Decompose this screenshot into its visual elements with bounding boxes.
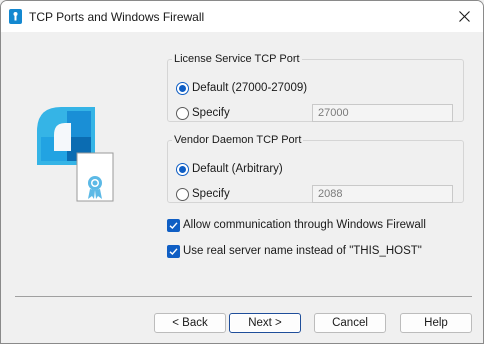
vendor-specify-option[interactable]: Specify [176,186,230,202]
real-name-checkbox[interactable] [167,244,180,258]
license-port-legend: License Service TCP Port [174,53,300,65]
license-port-group: License Service TCP Port Default (27000-… [167,53,464,122]
license-specify-label: Specify [192,107,230,119]
window-title: TCP Ports and Windows Firewall [29,10,205,24]
close-button[interactable] [447,1,483,32]
dialog-window: TCP Ports and Windows Firewall License S… [0,0,484,344]
license-port-input[interactable]: 27000 [312,104,453,122]
vendor-specify-label: Specify [192,188,230,200]
real-name-label: Use real server name instead of "THIS_HO… [183,245,422,257]
vendor-default-option[interactable]: Default (Arbitrary) [176,161,283,177]
vendor-port-legend: Vendor Daemon TCP Port [174,134,302,146]
checkmark-icon [169,221,178,229]
next-button[interactable]: Next > [229,313,301,333]
vendor-port-input[interactable]: 2088 [312,185,453,203]
license-default-option[interactable]: Default (27000-27009) [176,80,307,96]
license-certificate-icon [37,107,115,207]
checkmark-icon [169,247,178,255]
footer-divider [15,296,472,297]
app-icon [9,9,22,24]
real-name-option[interactable]: Use real server name instead of "THIS_HO… [167,243,422,259]
license-specify-radio[interactable] [176,106,189,120]
title-bar: TCP Ports and Windows Firewall [1,1,483,32]
license-default-radio[interactable] [176,81,189,95]
license-specify-option[interactable]: Specify [176,105,230,121]
firewall-label: Allow communication through Windows Fire… [183,219,426,231]
cancel-button[interactable]: Cancel [314,313,386,333]
help-button[interactable]: Help [400,313,472,333]
vendor-default-label: Default (Arbitrary) [192,163,283,175]
back-button[interactable]: < Back [154,313,226,333]
vendor-port-group: Vendor Daemon TCP Port Default (Arbitrar… [167,134,464,203]
vendor-default-radio[interactable] [176,162,189,176]
vendor-specify-radio[interactable] [176,187,189,201]
firewall-option[interactable]: Allow communication through Windows Fire… [167,217,426,233]
license-default-label: Default (27000-27009) [192,82,308,94]
firewall-checkbox[interactable] [167,218,180,232]
close-icon [459,11,470,22]
